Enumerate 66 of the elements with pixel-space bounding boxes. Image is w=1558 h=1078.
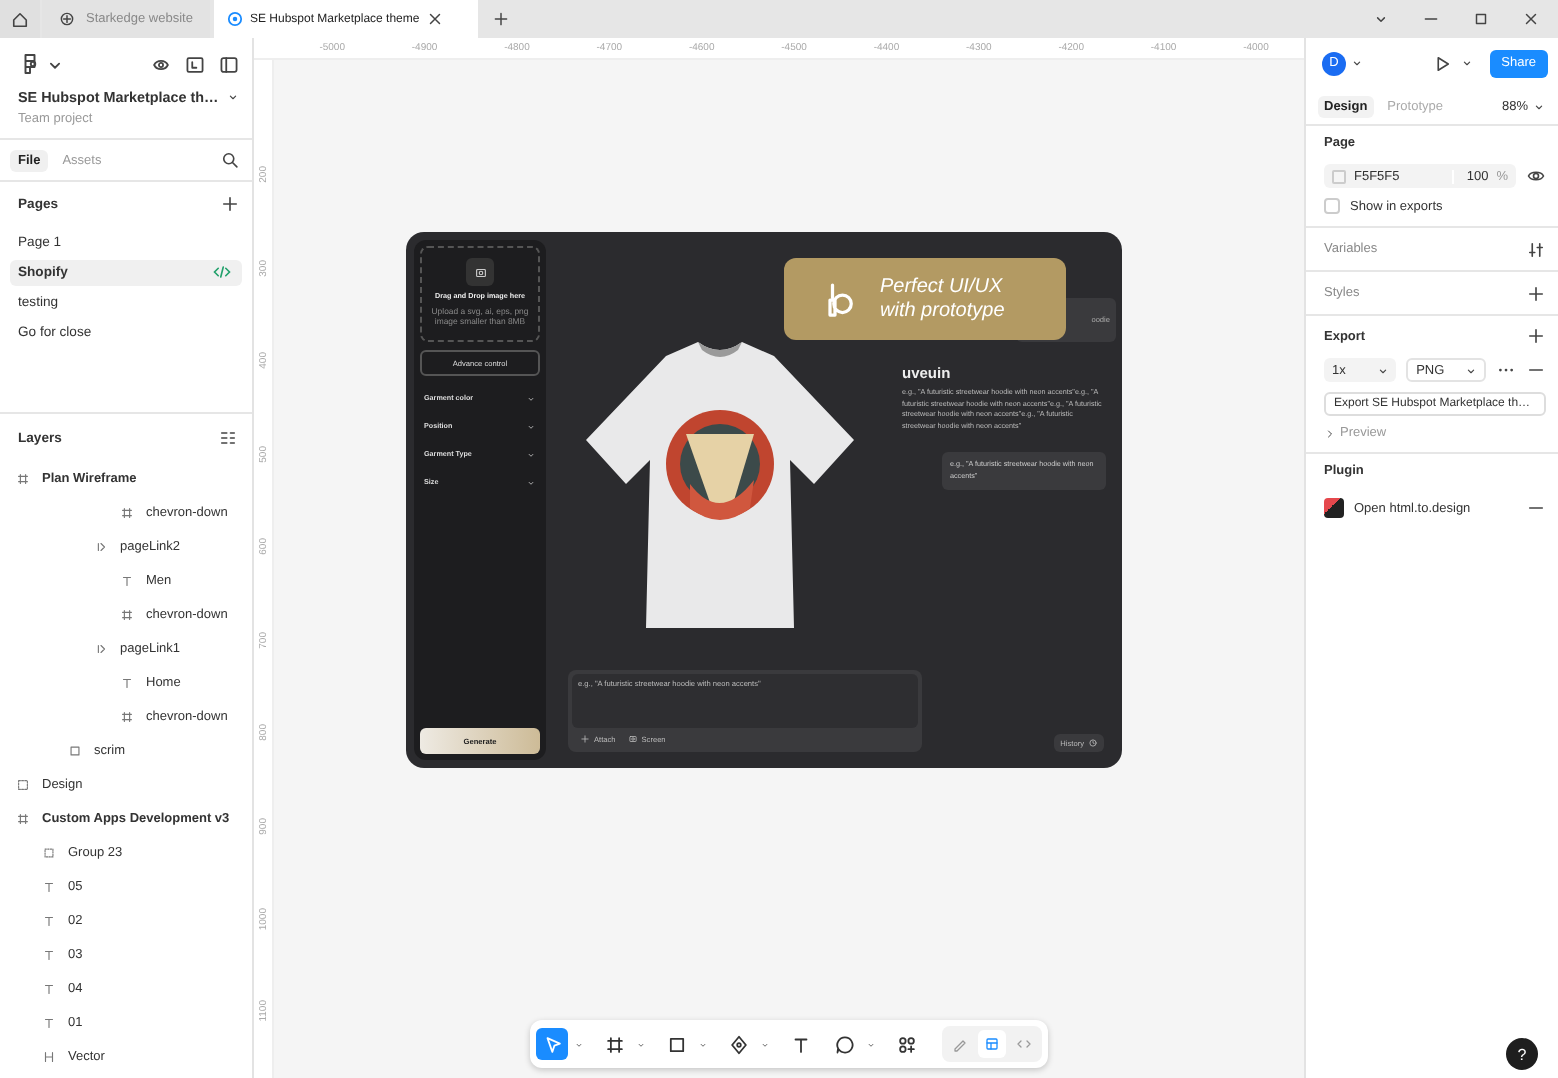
rect-icon [665,1033,687,1055]
section-icon [16,778,30,792]
list-icon[interactable] [218,428,238,448]
home-icon [10,9,30,29]
text-icon [789,1033,811,1055]
plus-icon [580,734,590,744]
close-icon[interactable] [1522,10,1540,28]
play-icon[interactable] [1431,53,1452,73]
text-icon [42,1016,56,1030]
text-icon [42,948,56,962]
chevron-down-icon [526,477,536,487]
clock-icon [1088,738,1098,748]
frame-icon [120,608,134,622]
actions-icon [895,1033,917,1055]
caret-icon [1464,363,1478,377]
file-icon [226,10,244,28]
instance-icon [94,642,108,656]
caret-icon[interactable] [1459,56,1474,70]
grid-icon [984,1036,1000,1052]
sliders-icon[interactable] [1526,239,1546,259]
frame-icon [120,506,134,520]
pencil-icon [952,1036,968,1052]
caret-icon[interactable] [226,90,241,104]
frame-icon [603,1033,625,1055]
code-icon [1016,1036,1032,1052]
globe-icon [58,10,76,28]
frame-icon [16,472,30,486]
group-icon [42,846,56,860]
chevron-down-icon [526,449,536,459]
home-button[interactable] [0,0,40,38]
caret-icon [1376,363,1391,377]
frame-icon [120,710,134,724]
help-button[interactable]: ? [1506,1038,1538,1070]
new-tab-icon[interactable] [492,10,510,28]
text-icon [120,574,134,588]
text-icon [42,914,56,928]
frame-icon [16,812,30,826]
pen-icon [727,1033,749,1055]
text-icon [42,982,56,996]
sidebar-icon[interactable] [218,53,240,75]
search-icon[interactable] [220,150,240,170]
text-icon [42,880,56,894]
caret-icon [1532,99,1546,113]
plugin-icon [1324,498,1344,518]
cursor-icon [541,1033,563,1055]
instance-icon [94,540,108,554]
visibility-icon[interactable] [1526,166,1546,186]
add-icon[interactable] [1526,326,1546,346]
close-icon[interactable] [425,10,444,28]
chevron-right-icon [1324,427,1336,439]
add-icon[interactable] [220,194,240,214]
vector-icon [42,1050,56,1064]
image-icon [627,734,638,744]
maximize-icon[interactable] [1472,10,1490,28]
text-icon [120,676,134,690]
chevron-down-icon [526,421,536,431]
mode-button[interactable] [978,1030,1006,1058]
chevron-down-icon [526,393,536,403]
library-icon[interactable] [184,53,206,75]
image-icon [473,265,487,279]
add-icon[interactable] [1526,283,1546,303]
badge-text: Perfect UI/UX with prototype [880,276,1005,322]
caret-icon [1350,56,1364,70]
comment-icon [833,1033,855,1055]
checkbox[interactable] [1324,198,1340,214]
rect-icon [68,744,82,758]
